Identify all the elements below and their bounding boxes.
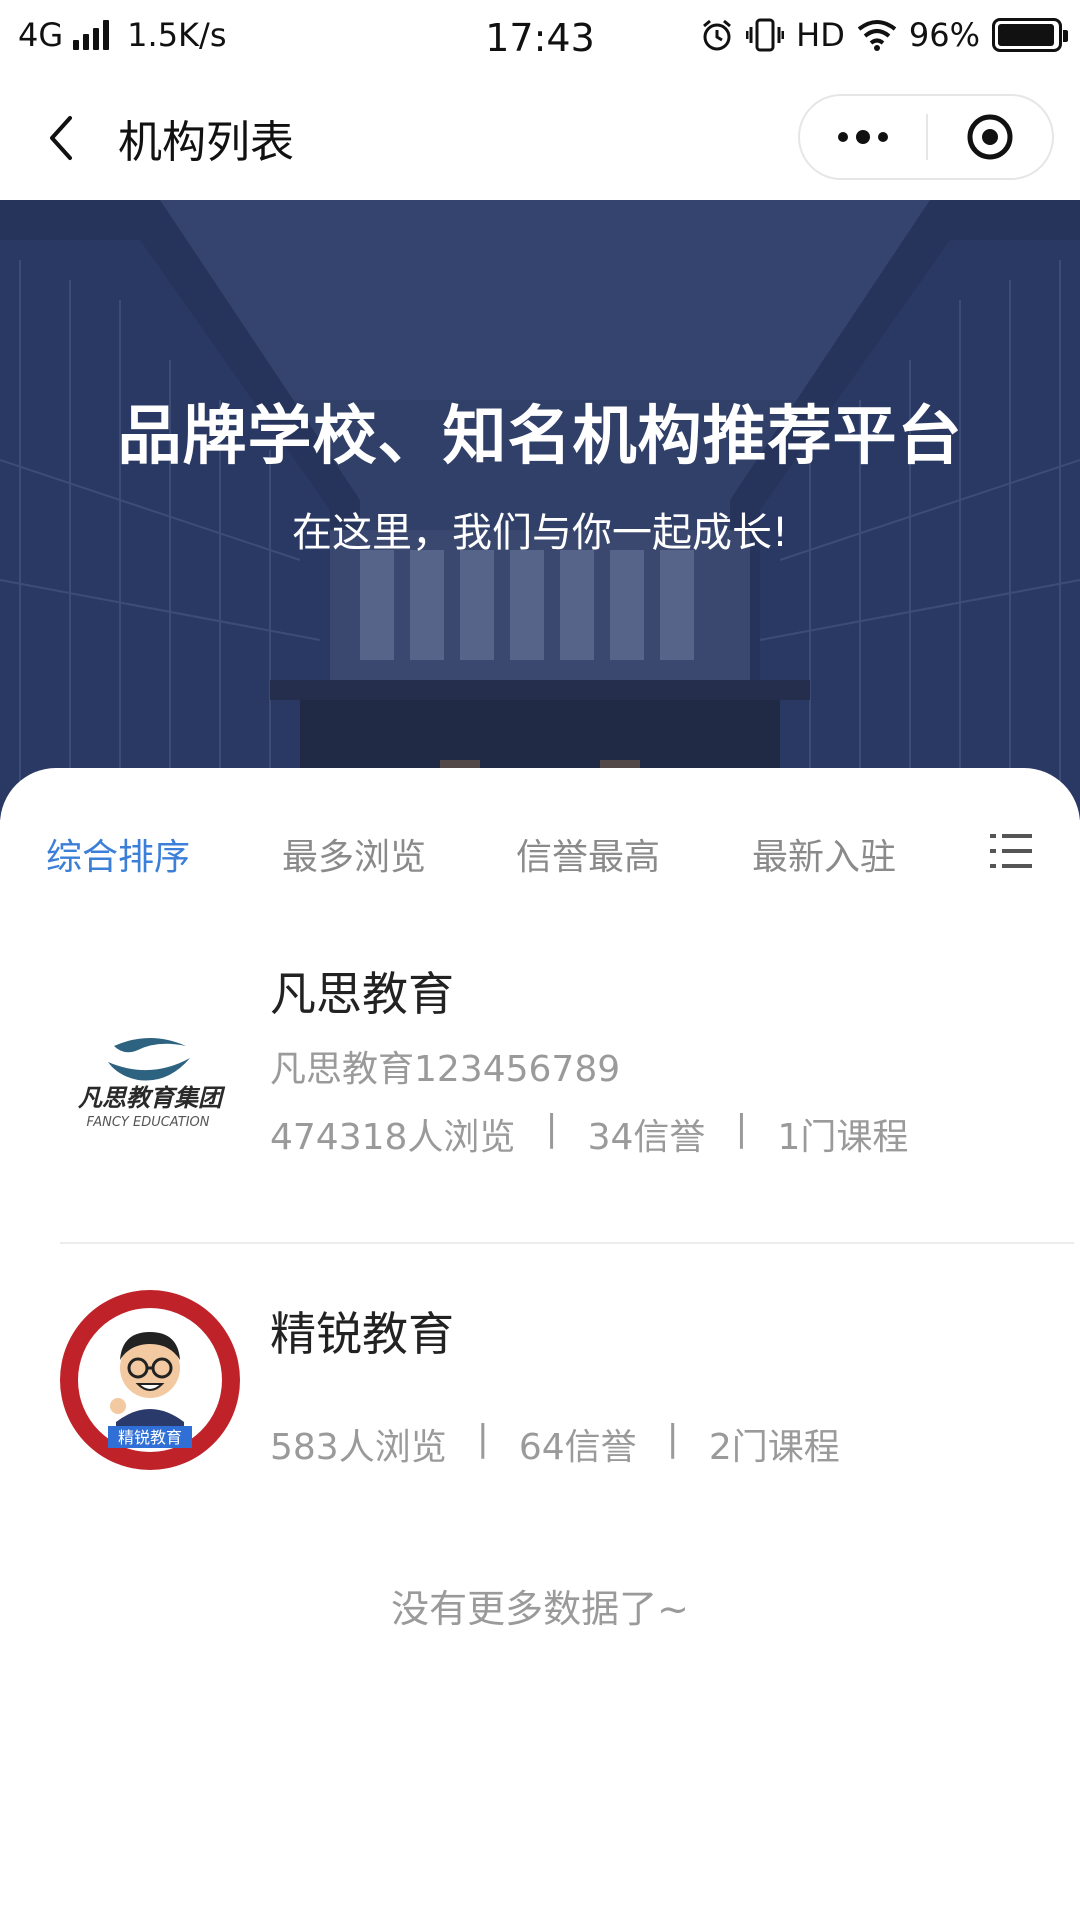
stat-separator: | (666, 1418, 679, 1459)
course-count: 2门课程 (708, 1427, 840, 1468)
view-count: 474318人浏览 (270, 1117, 516, 1158)
battery-icon (992, 18, 1068, 52)
no-more-data: 没有更多数据了~ (391, 1587, 689, 1631)
logo-text: 凡思教育集团 (77, 1084, 226, 1112)
credit-score: 34信誉 (587, 1117, 706, 1158)
banner-title: 品牌学校、知名机构推荐平台 (117, 400, 963, 474)
banner-subtitle: 在这里，我们与你一起成长! (291, 510, 789, 556)
status-bar: 4G 1.5K/s 17:43 HD 96% (0, 0, 1080, 76)
back-icon[interactable] (36, 110, 92, 166)
tab-newest[interactable]: 最新入驻 (752, 828, 896, 880)
fancy-education-logo: 凡思教育集团 FANCY EDUCATION (58, 984, 242, 1168)
battery-fill (998, 24, 1054, 46)
course-count: 1门课程 (777, 1117, 909, 1158)
sort-tabs: 综合排序 最多浏览 信誉最高 最新入驻 (0, 828, 1080, 888)
tab-most-viewed[interactable]: 最多浏览 (282, 828, 426, 880)
dot-icon (878, 132, 888, 142)
content-sheet: 综合排序 最多浏览 信誉最高 最新入驻 凡思教育集团 FANCY EDUCATI… (0, 768, 1080, 1920)
view-count: 583人浏览 (270, 1427, 447, 1468)
stat-separator: | (735, 1108, 748, 1149)
more-button[interactable] (800, 96, 926, 178)
banner: 品牌学校、知名机构推荐平台 在这里，我们与你一起成长! (0, 200, 1080, 820)
org-name: 凡思教育 (270, 967, 454, 1021)
logo-subtext: FANCY EDUCATION (87, 1115, 210, 1130)
vibrate-icon (746, 18, 785, 52)
dot-icon (838, 132, 848, 142)
list-item[interactable]: 精锐教育 精锐教育 583人浏览 | 64信誉 | 2门课程 (0, 1288, 1080, 1488)
battery-percent: 96% (908, 16, 980, 54)
nav-bar: 机构列表 (0, 76, 1080, 200)
alarm-icon (703, 19, 732, 51)
status-right: HD 96% (700, 16, 1068, 54)
tab-highest-credit[interactable]: 信誉最高 (516, 828, 660, 880)
page-title: 机构列表 (118, 117, 294, 168)
close-button[interactable] (928, 96, 1052, 178)
org-description: 凡思教育123456789 (270, 1049, 621, 1090)
stat-separator: | (545, 1108, 558, 1149)
mini-program-capsule (798, 94, 1054, 180)
org-name: 精锐教育 (270, 1307, 454, 1361)
org-stats: 474318人浏览 | 34信誉 | 1门课程 (270, 1108, 908, 1160)
dot-icon (856, 130, 870, 144)
page: 4G 1.5K/s 17:43 HD 96% 机构列表 品牌学校、知名机构推荐平… (0, 0, 1080, 1920)
target-icon (967, 114, 1013, 160)
stat-separator: | (476, 1418, 489, 1459)
jingrui-education-logo: 精锐教育 (60, 1290, 240, 1470)
tab-overall[interactable]: 综合排序 (46, 828, 190, 880)
wifi-icon (857, 20, 897, 51)
org-stats: 583人浏览 | 64信誉 | 2门课程 (270, 1418, 840, 1470)
logo-text: 精锐教育 (118, 1428, 182, 1447)
list-item[interactable]: 凡思教育集团 FANCY EDUCATION 凡思教育 凡思教育12345678… (0, 958, 1080, 1228)
hd-indicator: HD (796, 16, 845, 54)
list-divider (60, 1242, 1074, 1244)
credit-score: 64信誉 (518, 1427, 637, 1468)
list-menu-icon[interactable] (988, 828, 1034, 874)
